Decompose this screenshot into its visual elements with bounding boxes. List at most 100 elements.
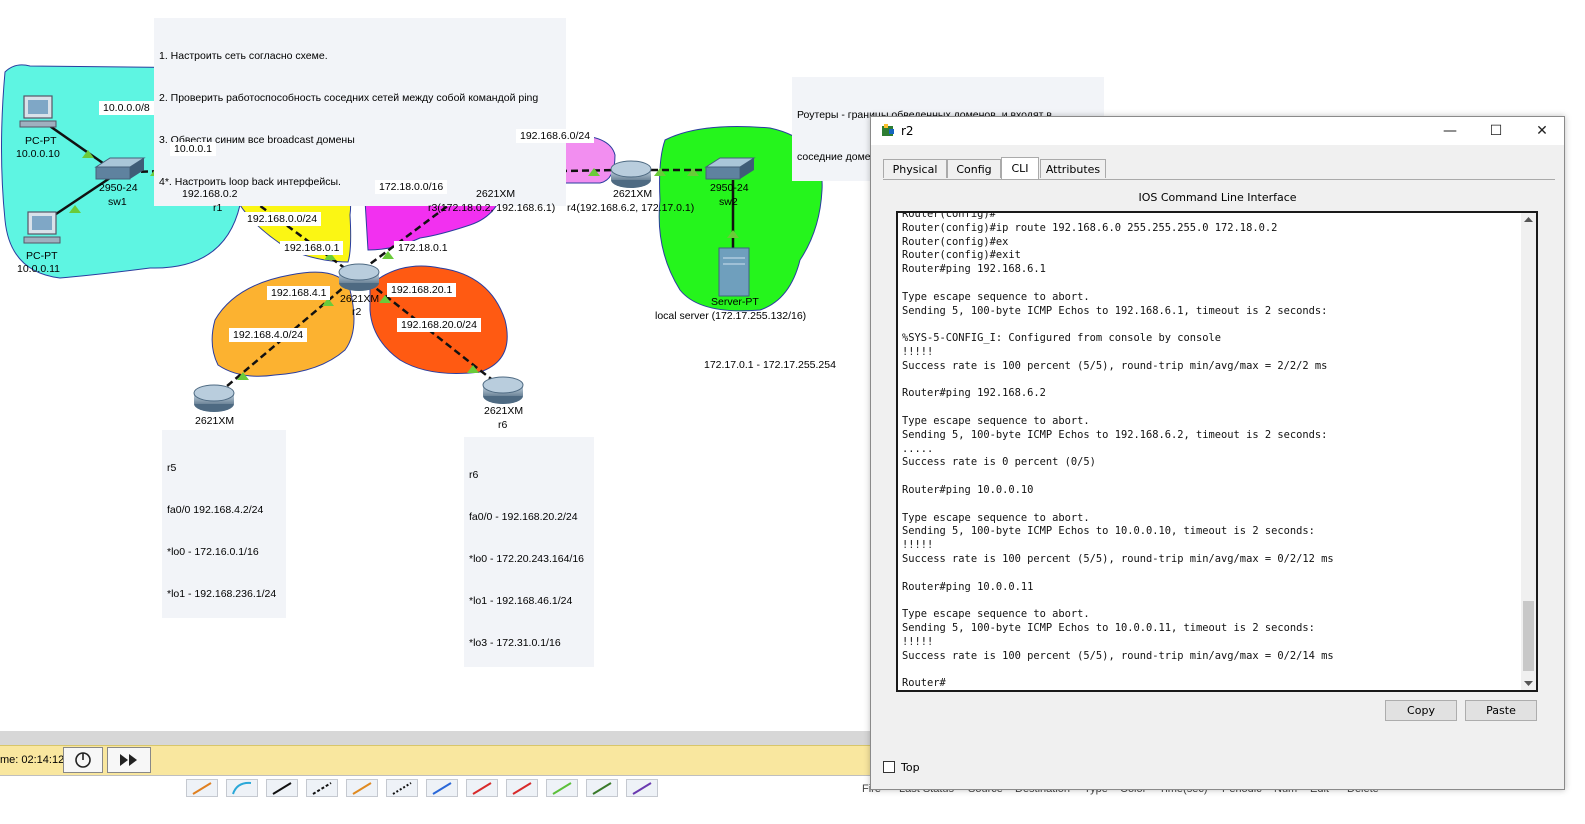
connection-tool[interactable] bbox=[546, 779, 578, 797]
cli-output[interactable]: Router(config)# Router(config)#ip route 1… bbox=[902, 213, 1334, 690]
pc2-type-label: PC-PT bbox=[26, 250, 58, 262]
tab-cli[interactable]: CLI bbox=[1001, 157, 1039, 179]
sw1-model-label: 2950-24 bbox=[99, 182, 138, 194]
fast-forward-icon bbox=[120, 754, 137, 766]
r4-model-label: 2621XM bbox=[613, 188, 653, 200]
router-icon[interactable] bbox=[482, 376, 524, 404]
tab-attributes[interactable]: Attributes bbox=[1040, 159, 1106, 178]
connection-tool[interactable] bbox=[466, 779, 498, 797]
cable-octal-icon bbox=[552, 782, 572, 795]
cable-phone-icon bbox=[392, 782, 412, 795]
cli-line bbox=[902, 567, 1334, 581]
note-line: fa0/0 - 192.168.20.2/24 bbox=[469, 511, 578, 523]
minimize-button[interactable]: — bbox=[1427, 117, 1473, 145]
cli-scrollbar[interactable] bbox=[1521, 213, 1536, 690]
cli-line: ..... bbox=[902, 442, 934, 455]
power-cycle-icon bbox=[75, 752, 91, 768]
r6-name-label: r6 bbox=[498, 419, 508, 431]
cli-line: !!!!! bbox=[902, 635, 934, 648]
cli-line: Sending 5, 100-byte ICMP Echos to 10.0.0… bbox=[902, 621, 1315, 634]
net-label: 192.168.20.0/24 bbox=[397, 318, 481, 332]
connection-tool[interactable] bbox=[346, 779, 378, 797]
router-icon[interactable] bbox=[610, 160, 652, 188]
cli-line bbox=[902, 401, 1334, 415]
fast-forward-button[interactable] bbox=[107, 747, 151, 773]
range-label: 172.17.0.1 - 172.17.255.254 bbox=[704, 359, 836, 371]
cli-line: Type escape sequence to abort. bbox=[902, 290, 1090, 303]
net-label: 192.168.6.0/24 bbox=[516, 129, 595, 143]
cable-fiber-icon bbox=[352, 782, 372, 795]
ip-label: 192.168.20.1 bbox=[387, 283, 457, 297]
maximize-button[interactable]: ☐ bbox=[1473, 117, 1519, 145]
pc-icon[interactable] bbox=[19, 95, 57, 128]
cli-line: Success rate is 100 percent (5/5), round… bbox=[902, 552, 1334, 565]
note-line: *lo1 - 192.168.236.1/24 bbox=[167, 588, 277, 600]
connection-tool[interactable] bbox=[226, 779, 258, 797]
cli-line: Router#ping 10.0.0.11 bbox=[902, 580, 1034, 593]
connection-tool[interactable] bbox=[306, 779, 338, 797]
cli-line: Success rate is 100 percent (5/5), round… bbox=[902, 359, 1328, 372]
connection-tool[interactable] bbox=[586, 779, 618, 797]
cli-line: Router#ping 192.168.6.1 bbox=[902, 263, 1046, 276]
cli-line: Router#ping 10.0.0.10 bbox=[902, 483, 1034, 496]
r3-label: r3(172.18.0.2, 192.168.6.1) bbox=[428, 202, 556, 214]
cli-line: Router(config)#ip route 192.168.6.0 255.… bbox=[902, 221, 1278, 234]
cable-coax-icon bbox=[432, 782, 452, 795]
connection-tool[interactable] bbox=[626, 779, 658, 797]
cli-line: Type escape sequence to abort. bbox=[902, 414, 1090, 427]
scroll-down-icon[interactable] bbox=[1524, 680, 1533, 687]
sw2-name-label: sw2 bbox=[719, 196, 738, 208]
note-line: *lo3 - 172.31.0.1/16 bbox=[469, 637, 561, 649]
power-cycle-button[interactable] bbox=[63, 747, 103, 773]
instructions-note: 1. Настроить сеть согласно схеме. 2. Про… bbox=[154, 18, 566, 206]
cli-line bbox=[902, 277, 1334, 291]
sim-time: me: 02:14:12 bbox=[0, 754, 65, 766]
cable-cross-icon bbox=[312, 782, 332, 795]
maximize-icon: ☐ bbox=[1489, 123, 1503, 139]
net-label: 172.18.0.0/16 bbox=[375, 180, 448, 194]
copy-button[interactable]: Copy bbox=[1385, 700, 1457, 721]
cli-line: Router(config)#ex bbox=[902, 235, 1009, 248]
scrollbar-thumb[interactable] bbox=[1523, 601, 1534, 671]
top-checkbox[interactable] bbox=[883, 761, 895, 773]
cli-line: Type escape sequence to abort. bbox=[902, 608, 1090, 621]
tab-config[interactable]: Config bbox=[947, 159, 1001, 178]
server-type-label: Server-PT bbox=[711, 296, 759, 308]
note-line: fa0/0 192.168.4.2/24 bbox=[167, 504, 264, 516]
cli-line bbox=[902, 594, 1334, 608]
connection-tool[interactable] bbox=[426, 779, 458, 797]
pc-icon[interactable] bbox=[23, 211, 61, 244]
instruction-line: 1. Настроить сеть согласно схеме. bbox=[159, 50, 328, 62]
close-button[interactable]: ✕ bbox=[1519, 117, 1565, 145]
pc1-type-label: PC-PT bbox=[25, 135, 57, 147]
connection-tool[interactable] bbox=[386, 779, 418, 797]
server-icon[interactable] bbox=[718, 247, 750, 297]
router-icon[interactable] bbox=[193, 384, 235, 412]
r6-note: r6 fa0/0 - 192.168.20.2/24 *lo0 - 172.20… bbox=[464, 437, 594, 667]
cable-straight-icon bbox=[272, 782, 292, 795]
cli-line: Router(config)#exit bbox=[902, 249, 1021, 262]
connection-tool[interactable] bbox=[506, 779, 538, 797]
device-window: r2 — ☐ ✕ Physical Config CLI Attributes … bbox=[870, 116, 1565, 790]
note-line: r6 bbox=[469, 469, 479, 481]
r4-label: r4(192.168.6.2, 172.17.0.1) bbox=[567, 202, 695, 214]
sw2-model-label: 2950-24 bbox=[710, 182, 749, 194]
paste-button[interactable]: Paste bbox=[1465, 700, 1537, 721]
cli-console[interactable]: Router(config)# Router(config)#ip route 1… bbox=[896, 211, 1538, 692]
connection-tool[interactable] bbox=[186, 779, 218, 797]
window-titlebar[interactable]: r2 — ☐ ✕ bbox=[871, 117, 1564, 145]
ip-label: 192.168.4.1 bbox=[267, 286, 331, 300]
tab-physical[interactable]: Physical bbox=[883, 159, 947, 178]
close-icon: ✕ bbox=[1536, 123, 1548, 139]
horizontal-scrollbar[interactable] bbox=[0, 731, 870, 745]
r3-model-label: 2621XM bbox=[476, 188, 516, 200]
sw1-name-label: sw1 bbox=[108, 196, 127, 208]
pc2-ip-label: 10.0.0.11 bbox=[17, 263, 61, 275]
cli-line: Success rate is 100 percent (5/5), round… bbox=[902, 649, 1334, 662]
router-icon[interactable] bbox=[338, 263, 380, 291]
cli-line: Sending 5, 100-byte ICMP Echos to 192.16… bbox=[902, 428, 1328, 441]
scroll-up-icon[interactable] bbox=[1524, 216, 1533, 223]
cli-line: %SYS-5-CONFIG_I: Configured from console… bbox=[902, 332, 1222, 345]
cli-line: Sending 5, 100-byte ICMP Echos to 10.0.0… bbox=[902, 525, 1315, 538]
connection-tool[interactable] bbox=[266, 779, 298, 797]
